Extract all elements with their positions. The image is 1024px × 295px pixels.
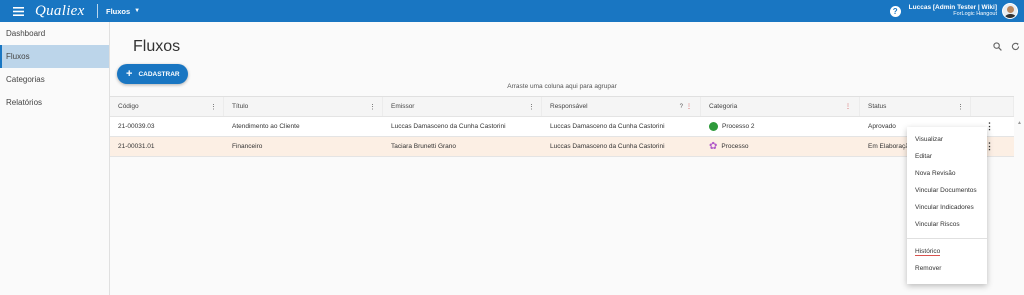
column-label: Emissor [391, 103, 415, 110]
categoria-label: Processo 2 [722, 123, 755, 130]
cell-emissor: Taciara Brunetti Grano [391, 143, 457, 150]
data-grid: Código ⋮ Título ⋮ Emissor ⋮ Responsável ? ⋮ C… [110, 97, 1014, 157]
cell-codigo: 21-00031.01 [118, 143, 155, 150]
cell-titulo: Atendimento ao Cliente [232, 123, 300, 130]
table-row[interactable]: 21-00039.03 Atendimento ao Cliente Lucca… [110, 117, 1014, 137]
top-bar: Qualiex Fluxos ▼ ? Luccas [Admin Tester … [0, 0, 1024, 22]
user-org: ForLogic Hangout [953, 11, 997, 17]
menu-item-vincular-documentos[interactable]: Vincular Documentos [907, 182, 987, 199]
menu-item-remover[interactable]: Remover [907, 260, 987, 277]
row-context-menu: Visualizar Editar Nova Revisão Vincular … [907, 127, 987, 284]
user-name: Luccas [Admin Tester | Wiki] [908, 4, 997, 11]
filter-icon[interactable]: ⋮ [845, 103, 851, 110]
cell-categoria: Processo 2 [701, 117, 860, 136]
cell-emissor: Luccas Damasceno da Cunha Castorini [391, 123, 506, 130]
column-menu-icon[interactable]: ⋮ [528, 103, 535, 111]
add-button[interactable]: + CADASTRAR [117, 64, 188, 84]
hamburger-menu-icon[interactable] [5, 0, 31, 22]
chevron-down-icon: ▼ [134, 8, 141, 14]
menu-item-vincular-riscos[interactable]: Vincular Riscos [907, 216, 987, 233]
column-menu-icon[interactable]: ⋮ [369, 103, 376, 111]
column-header-status[interactable]: Status ⋮ [860, 97, 971, 116]
scroll-up-icon[interactable]: ▲ [1017, 120, 1022, 126]
divider [97, 4, 98, 18]
sidebar-item-categorias[interactable]: Categorias [0, 68, 109, 91]
main-content: Fluxos + CADASTRAR Arraste uma coluna aq… [110, 22, 1024, 295]
module-selector[interactable]: Fluxos ▼ [106, 7, 140, 16]
gear-icon: ✿ [709, 140, 718, 152]
categoria-label: Processo [721, 143, 749, 150]
menu-item-editar[interactable]: Editar [907, 148, 987, 165]
menu-divider [907, 238, 987, 239]
column-header-titulo[interactable]: Título ⋮ [224, 97, 383, 116]
column-label: Categoria [709, 103, 738, 110]
column-menu-icon[interactable]: ⋮ [210, 103, 217, 111]
column-menu-icon[interactable]: ⋮ [957, 103, 964, 111]
module-label: Fluxos [106, 6, 131, 16]
help-icon[interactable]: ? [889, 5, 901, 17]
group-drop-area[interactable]: Arraste uma coluna aqui para agrupar [110, 77, 1014, 97]
avatar[interactable] [1002, 3, 1018, 19]
column-header-codigo[interactable]: Código ⋮ [110, 97, 224, 116]
sidebar-item-fluxos[interactable]: Fluxos [0, 45, 109, 68]
sidebar-item-dashboard[interactable]: Dashboard [0, 22, 109, 45]
cell-responsavel: Luccas Damasceno da Cunha Castorini [550, 143, 665, 150]
menu-item-visualizar[interactable]: Visualizar [907, 131, 987, 148]
user-info[interactable]: Luccas [Admin Tester | Wiki] ForLogic Ha… [909, 4, 997, 18]
menu-item-nova-revisao[interactable]: Nova Revisão [907, 165, 987, 182]
cell-titulo: Financeiro [232, 143, 263, 150]
green-circle-icon [709, 122, 718, 131]
cell-responsavel: Luccas Damasceno da Cunha Castorini [550, 123, 665, 130]
table-row[interactable]: 21-00031.01 Financeiro Taciara Brunetti … [110, 137, 1014, 157]
column-label: Código [118, 103, 139, 110]
column-label: Status [868, 103, 887, 110]
column-header-actions [971, 97, 1014, 116]
cell-codigo: 21-00039.03 [118, 123, 155, 130]
filter-sort-icon[interactable]: ? ⋮ [680, 103, 692, 110]
column-label: Título [232, 103, 249, 110]
page-title: Fluxos [133, 38, 181, 55]
refresh-icon[interactable] [1011, 42, 1020, 53]
column-header-emissor[interactable]: Emissor ⋮ [383, 97, 542, 116]
column-header-responsavel[interactable]: Responsável ? ⋮ [542, 97, 701, 116]
sidebar: Dashboard Fluxos Categorias Relatórios [0, 22, 110, 295]
plus-icon: + [126, 67, 133, 80]
menu-item-vincular-indicadores[interactable]: Vincular Indicadores [907, 199, 987, 216]
search-icon[interactable] [993, 42, 1002, 53]
column-label: Responsável [550, 103, 588, 110]
column-header-categoria[interactable]: Categoria ⋮ [701, 97, 860, 116]
sidebar-item-relatorios[interactable]: Relatórios [0, 91, 109, 114]
menu-item-label: Histórico [915, 247, 941, 256]
grid-header: Código ⋮ Título ⋮ Emissor ⋮ Responsável ? ⋮ C… [110, 97, 1014, 117]
cell-categoria: ✿ Processo [701, 137, 860, 156]
add-button-label: CADASTRAR [138, 70, 180, 78]
app-logo[interactable]: Qualiex [35, 3, 93, 20]
menu-item-historico[interactable]: Histórico [907, 243, 987, 260]
